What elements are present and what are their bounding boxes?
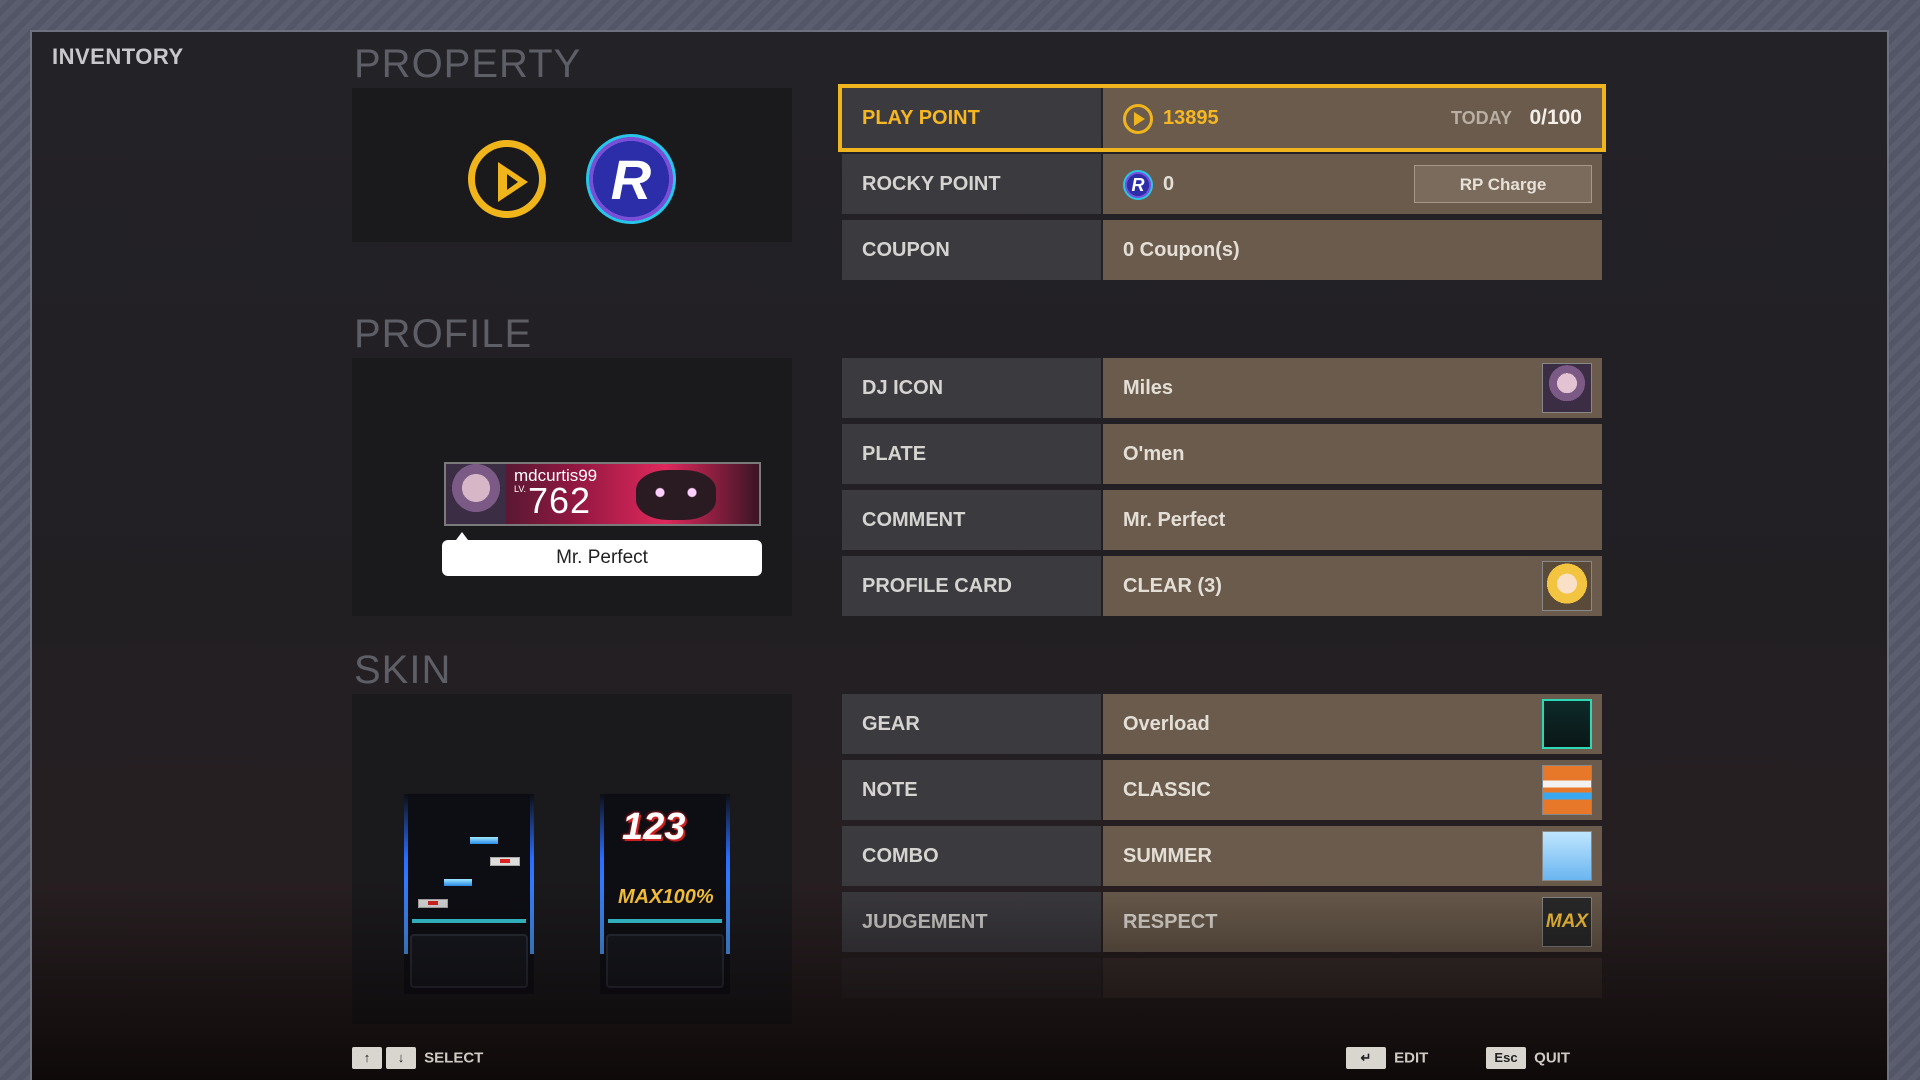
lane-left-glow (600, 794, 604, 954)
max-judgement-text: MAX100% (618, 886, 714, 908)
lane-right-glow (530, 794, 534, 954)
row-note[interactable]: NOTE CLASSIC (842, 760, 1602, 820)
footer-quit-label: QUIT (1534, 1049, 1571, 1067)
row-profile-card[interactable]: PROFILE CARD CLEAR (3) (842, 556, 1602, 616)
footer-edit-label: EDIT (1394, 1049, 1429, 1067)
row-label: ROCKY POINT (842, 154, 1101, 214)
row-gear[interactable]: GEAR Overload (842, 694, 1602, 754)
plate-character-art (636, 470, 716, 520)
judgement-line (608, 919, 722, 923)
row-label: GEAR (842, 694, 1101, 754)
row-label: PROFILE CARD (842, 556, 1101, 616)
dj-avatar-icon (446, 464, 506, 524)
row-play-point[interactable]: PLAY POINT 13895 TODAY 0/100 (838, 84, 1606, 152)
play-point-value: 13895 (1163, 107, 1219, 129)
row-label: NOTE (842, 760, 1101, 820)
rocky-point-coin-icon: R (586, 134, 676, 224)
gear-preview (404, 794, 534, 994)
row-value-text: RESPECT (1123, 911, 1218, 933)
row-value: 0 Coupon(s) (1103, 220, 1602, 280)
note-red (490, 857, 520, 866)
row-label: COMBO (842, 826, 1101, 886)
row-value: CLASSIC (1103, 760, 1602, 820)
row-value: O'men (1103, 424, 1602, 484)
gear-base (606, 934, 724, 988)
row-rocky-point[interactable]: ROCKY POINT R0 RP Charge (842, 154, 1602, 214)
section-title-skin: SKIN (354, 648, 452, 692)
section-title-profile: PROFILE (354, 312, 533, 356)
row-value: Overload (1103, 694, 1602, 754)
today-value: 0/100 (1529, 106, 1582, 129)
judgement-line (412, 919, 526, 923)
row-value: SUMMER (1103, 826, 1602, 886)
note-thumbnail-icon (1542, 765, 1592, 815)
profile-plate: mdcurtis99 LV. 762 (444, 462, 761, 526)
row-value: Miles (1103, 358, 1602, 418)
note-blue (444, 879, 472, 886)
section-title-property: PROPERTY (354, 42, 582, 86)
row-value: 13895 TODAY 0/100 (1103, 88, 1602, 148)
play-point-icon (1123, 103, 1153, 134)
today-label: TODAY (1450, 108, 1512, 128)
skin-preview-panel: 123 MAX100% (352, 694, 792, 1024)
lane-left-glow (404, 794, 408, 954)
row-label: PLAY POINT (842, 88, 1101, 148)
plate-level: 762 (528, 480, 592, 521)
judgement-thumbnail-icon: MAX (1542, 897, 1592, 947)
rocky-point-icon: R (1123, 169, 1153, 200)
plate-lv-label: LV. (514, 484, 527, 494)
row-value-text: CLEAR (3) (1123, 575, 1222, 597)
comment-bubble: Mr. Perfect (442, 532, 762, 576)
page-title: INVENTORY (52, 44, 184, 69)
row-value-text: CLASSIC (1123, 779, 1211, 801)
combo-thumbnail-icon (1542, 831, 1592, 881)
row-label: DJ ICON (842, 358, 1101, 418)
row-label: PLATE (842, 424, 1101, 484)
footer-edit-hint[interactable]: ↵ EDIT (1346, 1047, 1428, 1069)
row-value: RESPECT MAX (1103, 892, 1602, 952)
row-value (1103, 958, 1602, 998)
row-judgement[interactable]: JUDGEMENT RESPECT MAX (842, 892, 1602, 952)
inventory-window: INVENTORY PROPERTY R PLAY POINT 13895 TO… (30, 30, 1889, 1080)
row-label: COUPON (842, 220, 1101, 280)
row-value: Mr. Perfect (1103, 490, 1602, 550)
property-preview-panel: R (352, 88, 792, 242)
enter-key-icon: ↵ (1346, 1047, 1386, 1069)
combo-number: 123 (622, 806, 686, 848)
row-comment[interactable]: COMMENT Mr. Perfect (842, 490, 1602, 550)
rp-charge-button[interactable]: RP Charge (1414, 165, 1592, 203)
arrow-down-key-icon: ↓ (386, 1047, 416, 1069)
dj-icon-thumbnail-icon (1542, 363, 1592, 413)
row-coupon[interactable]: COUPON 0 Coupon(s) (842, 220, 1602, 280)
arrow-up-key-icon: ↑ (352, 1047, 382, 1069)
footer-select-hint: ↑ ↓ SELECT (352, 1047, 483, 1069)
footer-quit-hint[interactable]: Esc QUIT (1486, 1047, 1570, 1069)
note-blue (470, 837, 498, 844)
row-value: CLEAR (3) (1103, 556, 1602, 616)
row-value: R0 RP Charge (1103, 154, 1602, 214)
row-label: COMMENT (842, 490, 1101, 550)
rocky-point-value: 0 (1163, 173, 1175, 195)
lane-right-glow (726, 794, 730, 954)
gear-base (410, 934, 528, 988)
row-value-text: Overload (1123, 713, 1210, 735)
row-value-text: SUMMER (1123, 845, 1212, 867)
play-point-coin-icon (468, 140, 546, 218)
esc-key-icon: Esc (1486, 1047, 1526, 1069)
row-partially-hidden (842, 958, 1602, 998)
gear-thumbnail-icon (1542, 699, 1592, 749)
note-red (418, 899, 448, 908)
profile-card-thumbnail-icon (1542, 561, 1592, 611)
footer-select-label: SELECT (424, 1049, 484, 1067)
row-dj-icon[interactable]: DJ ICON Miles (842, 358, 1602, 418)
row-plate[interactable]: PLATE O'men (842, 424, 1602, 484)
row-label (842, 958, 1101, 998)
row-combo[interactable]: COMBO SUMMER (842, 826, 1602, 886)
combo-preview: 123 MAX100% (600, 794, 730, 994)
row-label: JUDGEMENT (842, 892, 1101, 952)
row-value-text: Miles (1123, 377, 1174, 399)
